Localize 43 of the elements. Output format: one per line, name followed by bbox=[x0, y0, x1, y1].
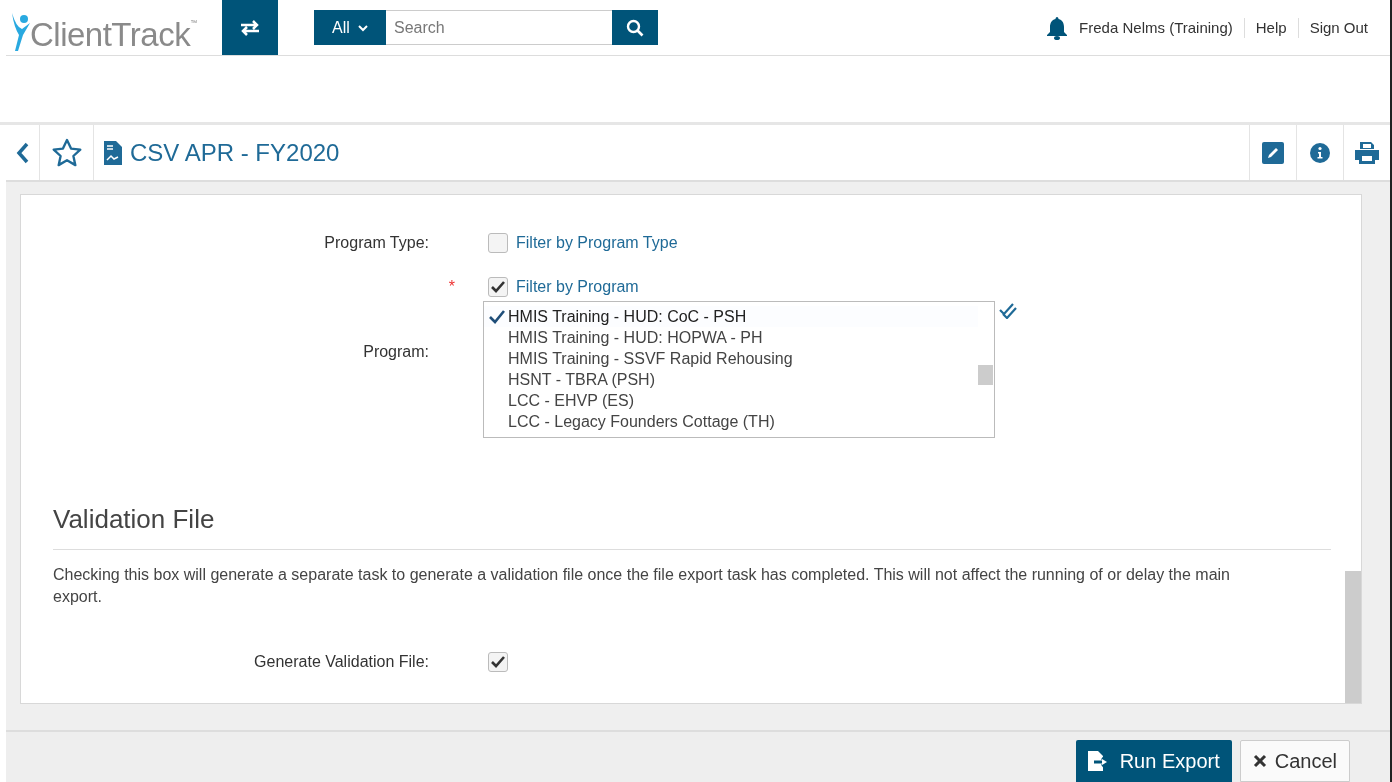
field-label: Generate Validation File: bbox=[253, 653, 430, 671]
document-icon bbox=[104, 140, 122, 165]
pencil-icon bbox=[1262, 141, 1284, 164]
checkbox-label[interactable]: Filter by Program Type bbox=[516, 234, 678, 252]
checkmark-icon bbox=[489, 310, 505, 324]
bell-icon[interactable] bbox=[1046, 15, 1069, 40]
search-field[interactable]: Search bbox=[386, 10, 612, 45]
chevron-down-icon bbox=[357, 23, 368, 32]
list-option[interactable]: HMIS Training - HUD: HOPWA - PH bbox=[484, 327, 978, 348]
checkbox-label[interactable]: Filter by Program bbox=[516, 278, 639, 296]
list-option[interactable]: HSNT - TBRA (PSH) bbox=[484, 369, 978, 390]
export-button[interactable]: Run Export bbox=[1075, 740, 1232, 782]
checkbox[interactable] bbox=[488, 233, 508, 253]
double-check-icon[interactable] bbox=[999, 303, 1017, 319]
user-link[interactable]: Freda Nelms (Training) bbox=[1079, 19, 1233, 36]
scope-dropdown[interactable]: All bbox=[314, 10, 386, 45]
header-link[interactable]: Help bbox=[1255, 19, 1287, 36]
info-icon bbox=[1310, 142, 1330, 163]
switch-button[interactable] bbox=[222, 0, 278, 55]
list-option[interactable]: LCC - Legacy Founders Cottage (TH) bbox=[484, 411, 978, 432]
program-listbox[interactable]: HMIS Training - HUD: CoC - PSH HMIS Training - HUD: HOPWA - PH HMIS Training - SSVF Rapid Rehousing HSNT - TBRA (PSH) LCC - EHVP (ES) LCC - Legacy Founders Cottage (TH) bbox=[483, 301, 995, 438]
header-link[interactable]: Sign Out bbox=[1309, 19, 1368, 36]
field-label: Program: bbox=[362, 343, 430, 361]
section-description: Checking this box will generate a separate task to generate a validation file once the file export task has completed. This will not affect the running of or delay the main export. bbox=[53, 565, 1231, 607]
scrollbar-thumb[interactable] bbox=[1345, 571, 1361, 703]
required-mark: * bbox=[448, 278, 455, 295]
search-icon bbox=[626, 18, 644, 37]
printer-icon bbox=[1354, 140, 1380, 165]
checkbox[interactable] bbox=[488, 277, 508, 297]
list-option[interactable]: LCC - EHVP (ES) bbox=[484, 390, 978, 411]
list-option[interactable]: HMIS Training - SSVF Rapid Rehousing bbox=[484, 348, 978, 369]
close-icon bbox=[1252, 754, 1267, 768]
scrollbar-thumb[interactable] bbox=[978, 365, 993, 385]
page-title: CSV APR - FY2020 bbox=[130, 138, 340, 167]
star-icon bbox=[50, 137, 83, 168]
logo-text: ClientTrack bbox=[30, 17, 191, 51]
swap-arrows-icon bbox=[239, 18, 261, 37]
search-button[interactable] bbox=[612, 10, 658, 45]
section-heading: Validation File bbox=[53, 504, 1331, 550]
field-label: Program Type: bbox=[323, 234, 430, 252]
cancel-button[interactable]: Cancel bbox=[1239, 740, 1350, 782]
chevron-left-icon bbox=[15, 140, 30, 165]
checkbox[interactable] bbox=[488, 652, 508, 672]
